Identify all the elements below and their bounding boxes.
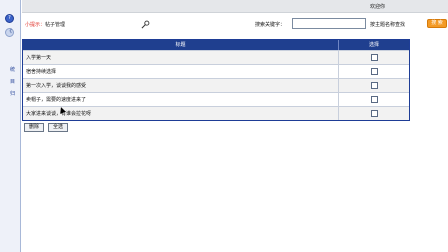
select-checkbox[interactable]	[371, 82, 378, 89]
post-title: 大家进来谈谈，有谁会拉花呀	[23, 107, 339, 120]
pin-icon	[141, 20, 150, 29]
nav-label: 归	[10, 91, 16, 97]
search-button[interactable]: 搜 索	[427, 19, 447, 28]
post-title: 入学第一天	[23, 51, 339, 64]
nav-round-button[interactable]: ?	[5, 14, 14, 23]
table-row: 宿舍持续选择	[23, 64, 409, 78]
table-row: 第一次入学，谈谈我的感受	[23, 78, 409, 92]
hint-value: 帖子管理	[45, 22, 66, 28]
post-title: 卖帽子，需要的速度进来了	[23, 93, 339, 106]
nav-label: 目	[10, 79, 16, 85]
table-row: 卖帽子，需要的速度进来了	[23, 92, 409, 106]
collapse-button[interactable]: 《	[5, 28, 14, 37]
welcome-text: 欢迎你	[369, 4, 385, 10]
top-bar: 欢迎你	[22, 0, 448, 13]
search-input[interactable]	[292, 18, 366, 29]
table-row: 大家进来谈谈，有谁会拉花呀	[23, 106, 409, 120]
table-header: 标题 选择	[23, 40, 409, 50]
select-checkbox[interactable]	[371, 54, 378, 61]
column-header-select: 选择	[368, 42, 379, 48]
select-checkbox[interactable]	[371, 110, 378, 117]
search-label: 搜索关键字：	[255, 22, 286, 28]
nav-label: 统	[10, 67, 16, 73]
left-navigation-frame: ? 《 统 目 归	[0, 0, 21, 252]
post-title: 第一次入学，谈谈我的感受	[23, 79, 339, 92]
table-row: 入学第一天	[23, 50, 409, 64]
select-checkbox[interactable]	[371, 96, 378, 103]
post-title: 宿舍持续选择	[23, 65, 339, 78]
delete-button[interactable]: 删除	[24, 123, 45, 132]
hint: 小提示：帖子管理	[25, 21, 65, 28]
hint-label: 小提示：	[25, 22, 46, 28]
posts-table: 标题 选择 入学第一天 宿舍持续选择 第一次入学，谈谈我的感受 卖帽子，需要的速…	[22, 39, 410, 121]
select-all-button[interactable]: 全选	[48, 123, 69, 132]
select-checkbox[interactable]	[371, 68, 378, 75]
search-hint: 按主题名称查找	[370, 22, 406, 28]
column-header-title: 标题	[23, 40, 339, 50]
